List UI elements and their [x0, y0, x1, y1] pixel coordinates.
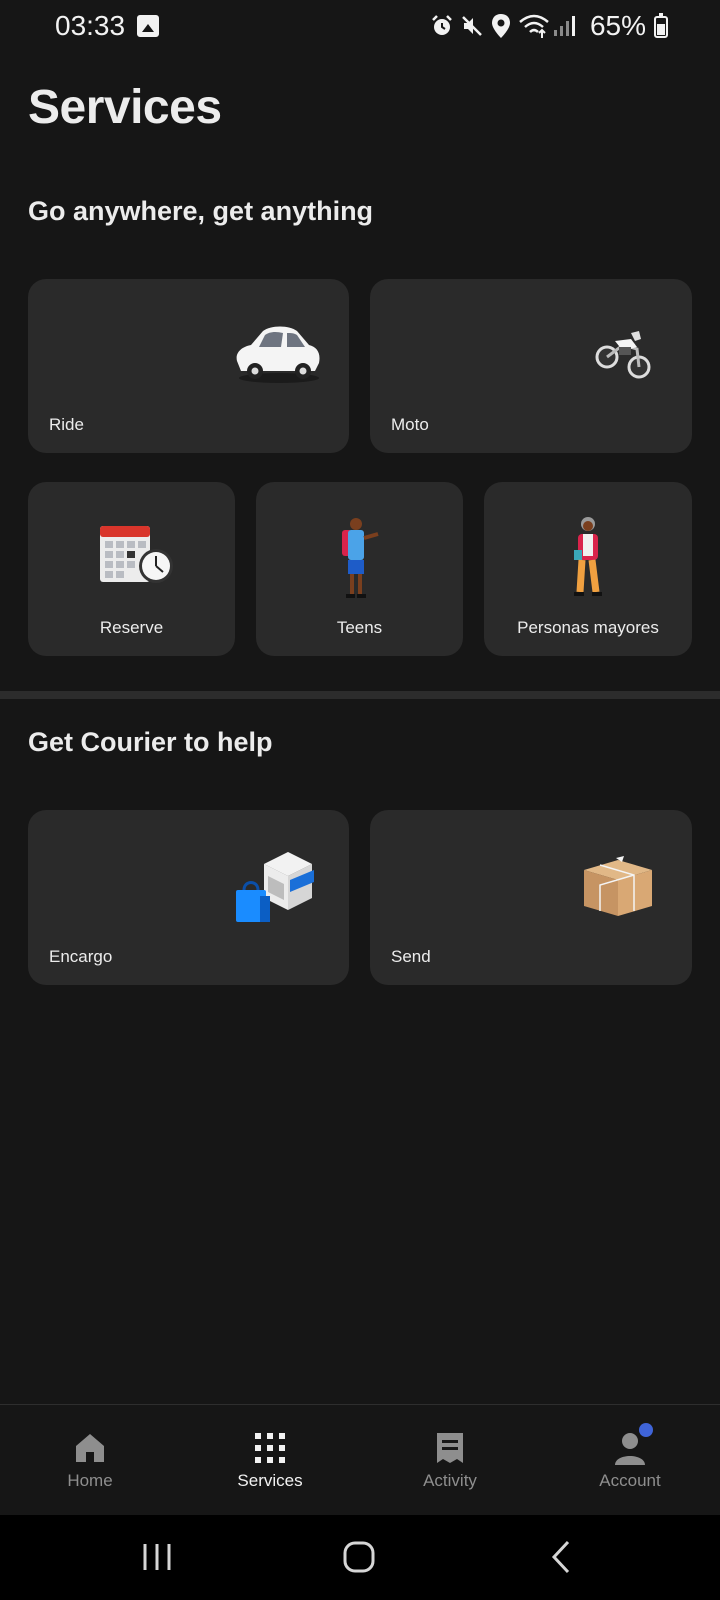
signal-icon [554, 16, 575, 36]
encargo-tile[interactable]: Encargo [28, 810, 349, 985]
nav-services[interactable]: Services [180, 1405, 360, 1516]
send-label: Send [391, 947, 431, 966]
ride-tile[interactable]: Ride [28, 279, 349, 453]
battery-icon [654, 13, 668, 38]
section-divider [0, 691, 720, 699]
ride-label: Ride [49, 415, 84, 434]
recent-apps-icon[interactable] [137, 1537, 177, 1577]
home-button-icon[interactable] [339, 1537, 379, 1577]
teens-label: Teens [336, 618, 383, 637]
package-icon [584, 856, 652, 916]
nav-activity-label: Activity [423, 1471, 477, 1490]
account-notification-dot [639, 1423, 653, 1437]
teen-person-icon [342, 518, 379, 598]
mute-icon [462, 16, 482, 36]
status-time: 03:33 [55, 10, 126, 41]
shop-bag-icon [236, 852, 314, 922]
car-icon [236, 326, 320, 383]
wifi-icon [519, 14, 549, 38]
bottom-nav: Home Services Activity Account [0, 1404, 720, 1515]
nav-home[interactable]: Home [0, 1405, 180, 1516]
send-tile[interactable]: Send [370, 810, 692, 985]
nav-services-label: Services [237, 1471, 303, 1490]
back-icon[interactable] [542, 1537, 582, 1577]
page-title: Services [28, 81, 222, 134]
home-icon [76, 1434, 104, 1462]
nav-account-label: Account [599, 1471, 661, 1490]
section-title-courier: Get Courier to help [28, 727, 273, 757]
moto-label: Moto [391, 415, 429, 434]
status-bar: 03:33 65% [0, 0, 720, 54]
motorcycle-icon [595, 331, 651, 379]
calendar-clock-icon [100, 526, 173, 583]
battery-percent: 65% [589, 10, 646, 41]
nav-activity[interactable]: Activity [360, 1405, 540, 1516]
senior-person-icon [574, 517, 602, 596]
reserve-tile[interactable]: Reserve [28, 482, 235, 656]
moto-tile[interactable]: Moto [370, 279, 692, 453]
receipt-icon [437, 1433, 463, 1463]
location-icon [492, 14, 510, 38]
seniors-tile[interactable]: Personas mayores [484, 482, 692, 656]
nav-home-label: Home [67, 1471, 113, 1490]
teens-tile[interactable]: Teens [256, 482, 463, 656]
image-icon [137, 15, 159, 37]
seniors-label: Personas mayores [517, 618, 659, 637]
reserve-label: Reserve [99, 618, 164, 637]
encargo-label: Encargo [49, 947, 113, 966]
services-screen: 03:33 65% Services Go anywhere, get anyt… [0, 0, 720, 1600]
section-title-go-anywhere: Go anywhere, get anything [28, 196, 374, 226]
nav-account[interactable]: Account [540, 1405, 720, 1516]
system-nav-bar [0, 1515, 720, 1600]
grid-icon [255, 1433, 285, 1463]
alarm-icon [432, 15, 452, 35]
